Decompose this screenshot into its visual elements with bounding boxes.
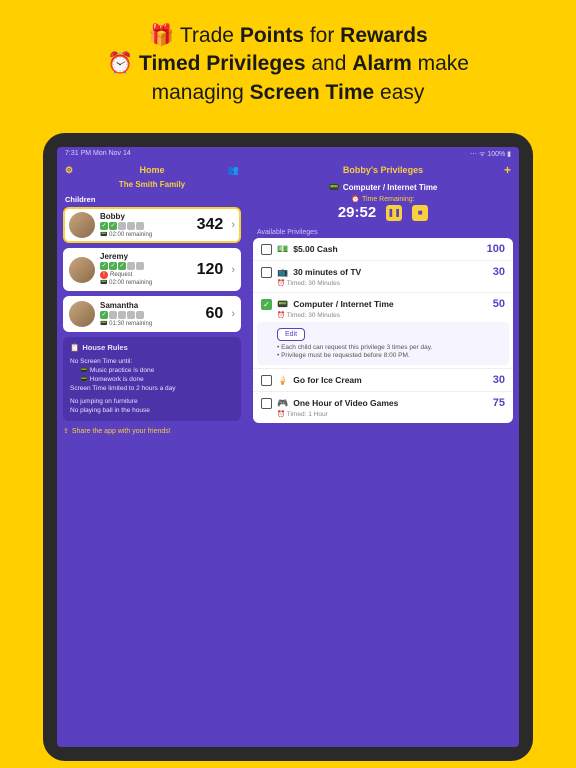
checkbox[interactable] [261, 375, 272, 386]
checkbox[interactable] [261, 244, 272, 255]
privilege-list: 💵 $5.00 Cash 100 📺 30 minutes of TV 30 ⏰… [253, 238, 513, 423]
remaining: 📟 02:00 remaining [100, 231, 192, 238]
privilege-item[interactable]: 📺 30 minutes of TV 30 ⏰ Timed: 30 Minute… [253, 261, 513, 293]
computer-icon: 📟 [329, 182, 340, 193]
points-value: 60 [206, 305, 224, 323]
house-rules-card: 📋House Rules No Screen Time until: 📟 Mus… [63, 337, 241, 421]
child-name: Samantha [100, 302, 201, 310]
privilege-cost: 75 [493, 397, 505, 409]
request-badge: !Request [100, 271, 192, 279]
privilege-item[interactable]: 💵 $5.00 Cash 100 [253, 238, 513, 261]
tablet-frame: 7:31 PM Mon Nov 14 ⋯ ᯤ 100% ▮ ⚙ Home 👥 T… [43, 133, 533, 761]
points-value: 342 [197, 216, 224, 234]
status-right: ⋯ ᯤ 100% ▮ [470, 150, 511, 159]
badges: ✓ [100, 311, 201, 319]
children-section-label: Children [65, 195, 239, 204]
points-value: 120 [197, 261, 224, 279]
checkbox-checked[interactable]: ✓ [261, 299, 272, 310]
master-pane: ⚙ Home 👥 The Smith Family Children Bobby… [57, 160, 247, 747]
privilege-title: 30 minutes of TV [293, 267, 488, 277]
child-card-bobby[interactable]: Bobby ✓✓ 📟 02:00 remaining 342 › [63, 207, 241, 243]
people-icon[interactable]: 👥 [228, 165, 239, 176]
avatar [69, 257, 95, 283]
child-card-samantha[interactable]: Samantha ✓ 📟 01:30 remaining 60 › [63, 296, 241, 332]
computer-icon: 📟 [277, 299, 288, 310]
privilege-meta: ⏰ Timed: 1 Hour [277, 410, 505, 418]
privilege-title: $5.00 Cash [293, 244, 481, 254]
status-time: 7:31 PM Mon Nov 14 [65, 150, 131, 159]
nav-title-home: Home [139, 165, 164, 175]
privilege-cost: 30 [493, 374, 505, 386]
available-privileges-label: Available Privileges [257, 229, 509, 236]
nav-title-privileges: Bobby's Privileges [343, 165, 423, 175]
privilege-item-expanded[interactable]: ✓ 📟 Computer / Internet Time 50 ⏰ Timed:… [253, 293, 513, 369]
gear-icon[interactable]: ⚙ [65, 165, 73, 176]
privilege-item[interactable]: 🎮 One Hour of Video Games 75 ⏰ Timed: 1 … [253, 392, 513, 423]
app-screen: 7:31 PM Mon Nov 14 ⋯ ᯤ 100% ▮ ⚙ Home 👥 T… [57, 147, 519, 747]
checkbox[interactable] [261, 267, 272, 278]
promo-text: 🎁 Trade Points for Rewards ⏰ Timed Privi… [0, 0, 576, 125]
cash-icon: 💵 [277, 244, 288, 255]
gift-icon: 🍦 [277, 375, 288, 386]
timer-header: 📟Computer / Internet Time ⏰ Time Remaini… [253, 180, 513, 225]
statusbar: 7:31 PM Mon Nov 14 ⋯ ᯤ 100% ▮ [57, 147, 519, 160]
privilege-details: Edit • Each child can request this privi… [257, 322, 509, 365]
add-button[interactable]: + [504, 163, 511, 177]
chevron-right-icon: › [231, 264, 235, 276]
child-name: Jeremy [100, 253, 192, 261]
privilege-cost: 100 [487, 243, 505, 255]
time-remaining-label: ⏰ Time Remaining: [253, 195, 513, 203]
tv-icon: 📺 [277, 267, 288, 278]
edit-button[interactable]: Edit [277, 328, 305, 341]
timer-value: 29:52 [338, 204, 376, 221]
checkbox[interactable] [261, 398, 272, 409]
remaining: 📟 01:30 remaining [100, 320, 201, 327]
badges: ✓✓✓ [100, 262, 192, 270]
avatar [69, 301, 95, 327]
chevron-right-icon: › [231, 219, 235, 231]
privilege-title: One Hour of Video Games [293, 398, 488, 408]
stop-button[interactable]: ■ [412, 205, 428, 221]
privilege-meta: ⏰ Timed: 30 Minutes [277, 311, 505, 319]
family-name: The Smith Family [63, 180, 241, 189]
share-link[interactable]: ⇪Share the app with your friends! [63, 427, 241, 435]
privilege-title: Go for Ice Cream [293, 375, 488, 385]
child-name: Bobby [100, 213, 192, 221]
share-icon: ⇪ [63, 427, 69, 435]
pause-button[interactable]: ❚❚ [386, 205, 402, 221]
rules-icon: 📋 [70, 343, 79, 354]
gamepad-icon: 🎮 [277, 398, 288, 409]
child-card-jeremy[interactable]: Jeremy ✓✓✓ !Request 📟 02:00 remaining 12… [63, 248, 241, 291]
badges: ✓✓ [100, 222, 192, 230]
privilege-title: Computer / Internet Time [293, 299, 488, 309]
remaining: 📟 02:00 remaining [100, 279, 192, 286]
privilege-meta: ⏰ Timed: 30 Minutes [277, 279, 505, 287]
privilege-item[interactable]: 🍦 Go for Ice Cream 30 [253, 369, 513, 392]
privilege-cost: 30 [493, 266, 505, 278]
chevron-right-icon: › [231, 308, 235, 320]
privilege-cost: 50 [493, 298, 505, 310]
detail-pane: Bobby's Privileges + 📟Computer / Interne… [247, 160, 519, 747]
avatar [69, 212, 95, 238]
